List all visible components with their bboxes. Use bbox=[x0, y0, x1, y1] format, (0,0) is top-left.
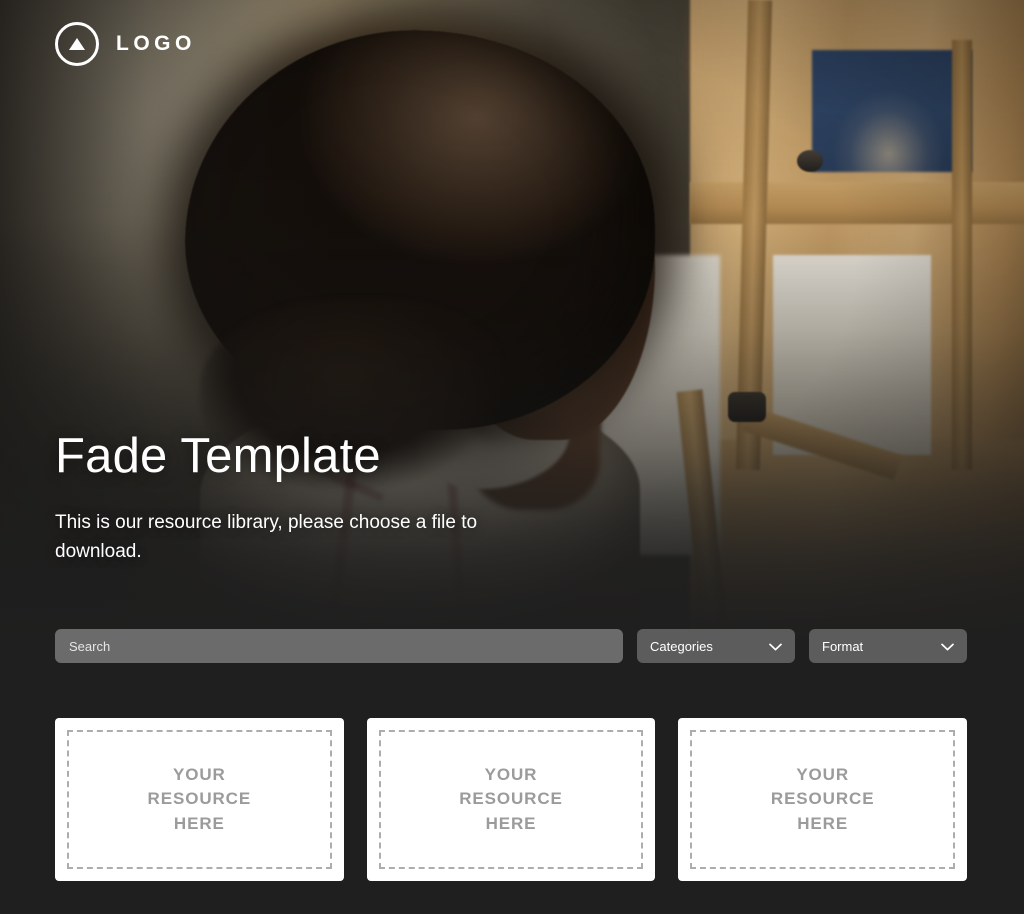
hero-bottom-fade bbox=[0, 210, 1024, 640]
page-subtitle: This is our resource library, please cho… bbox=[55, 511, 478, 562]
resource-card-dropzone: YOUR RESOURCE HERE bbox=[67, 730, 332, 869]
chevron-down-icon bbox=[941, 639, 954, 654]
hero-copy: Fade Template This is our resource libra… bbox=[55, 430, 615, 567]
format-dropdown-label: Format bbox=[822, 638, 864, 654]
page-root: LOGO Fade Template This is our resource … bbox=[0, 0, 1024, 914]
search-input[interactable] bbox=[55, 629, 623, 663]
resource-card-dropzone: YOUR RESOURCE HERE bbox=[378, 730, 644, 869]
page-title: Fade Template bbox=[55, 429, 381, 483]
resource-card-label: YOUR RESOURCE HERE bbox=[147, 765, 252, 833]
resource-card-grid: YOUR RESOURCE HERE YOUR RESOURCE HERE YO… bbox=[55, 718, 968, 881]
resource-card[interactable]: YOUR RESOURCE HERE bbox=[366, 718, 656, 881]
categories-dropdown[interactable]: Categories bbox=[637, 629, 795, 663]
resource-card[interactable]: YOUR RESOURCE HERE bbox=[55, 718, 344, 881]
resource-card[interactable]: YOUR RESOURCE HERE bbox=[678, 718, 968, 881]
logo-text: LOGO bbox=[116, 32, 196, 55]
format-dropdown[interactable]: Format bbox=[809, 629, 967, 663]
resource-card-dropzone: YOUR RESOURCE HERE bbox=[690, 730, 956, 869]
resource-card-label: YOUR RESOURCE HERE bbox=[770, 765, 875, 833]
triangle-in-circle-icon bbox=[55, 22, 99, 66]
chevron-down-icon bbox=[769, 639, 782, 654]
resource-card-label: YOUR RESOURCE HERE bbox=[459, 765, 563, 833]
categories-dropdown-label: Categories bbox=[650, 638, 713, 654]
filter-bar: Categories Format bbox=[55, 629, 967, 663]
logo[interactable]: LOGO bbox=[55, 22, 196, 66]
